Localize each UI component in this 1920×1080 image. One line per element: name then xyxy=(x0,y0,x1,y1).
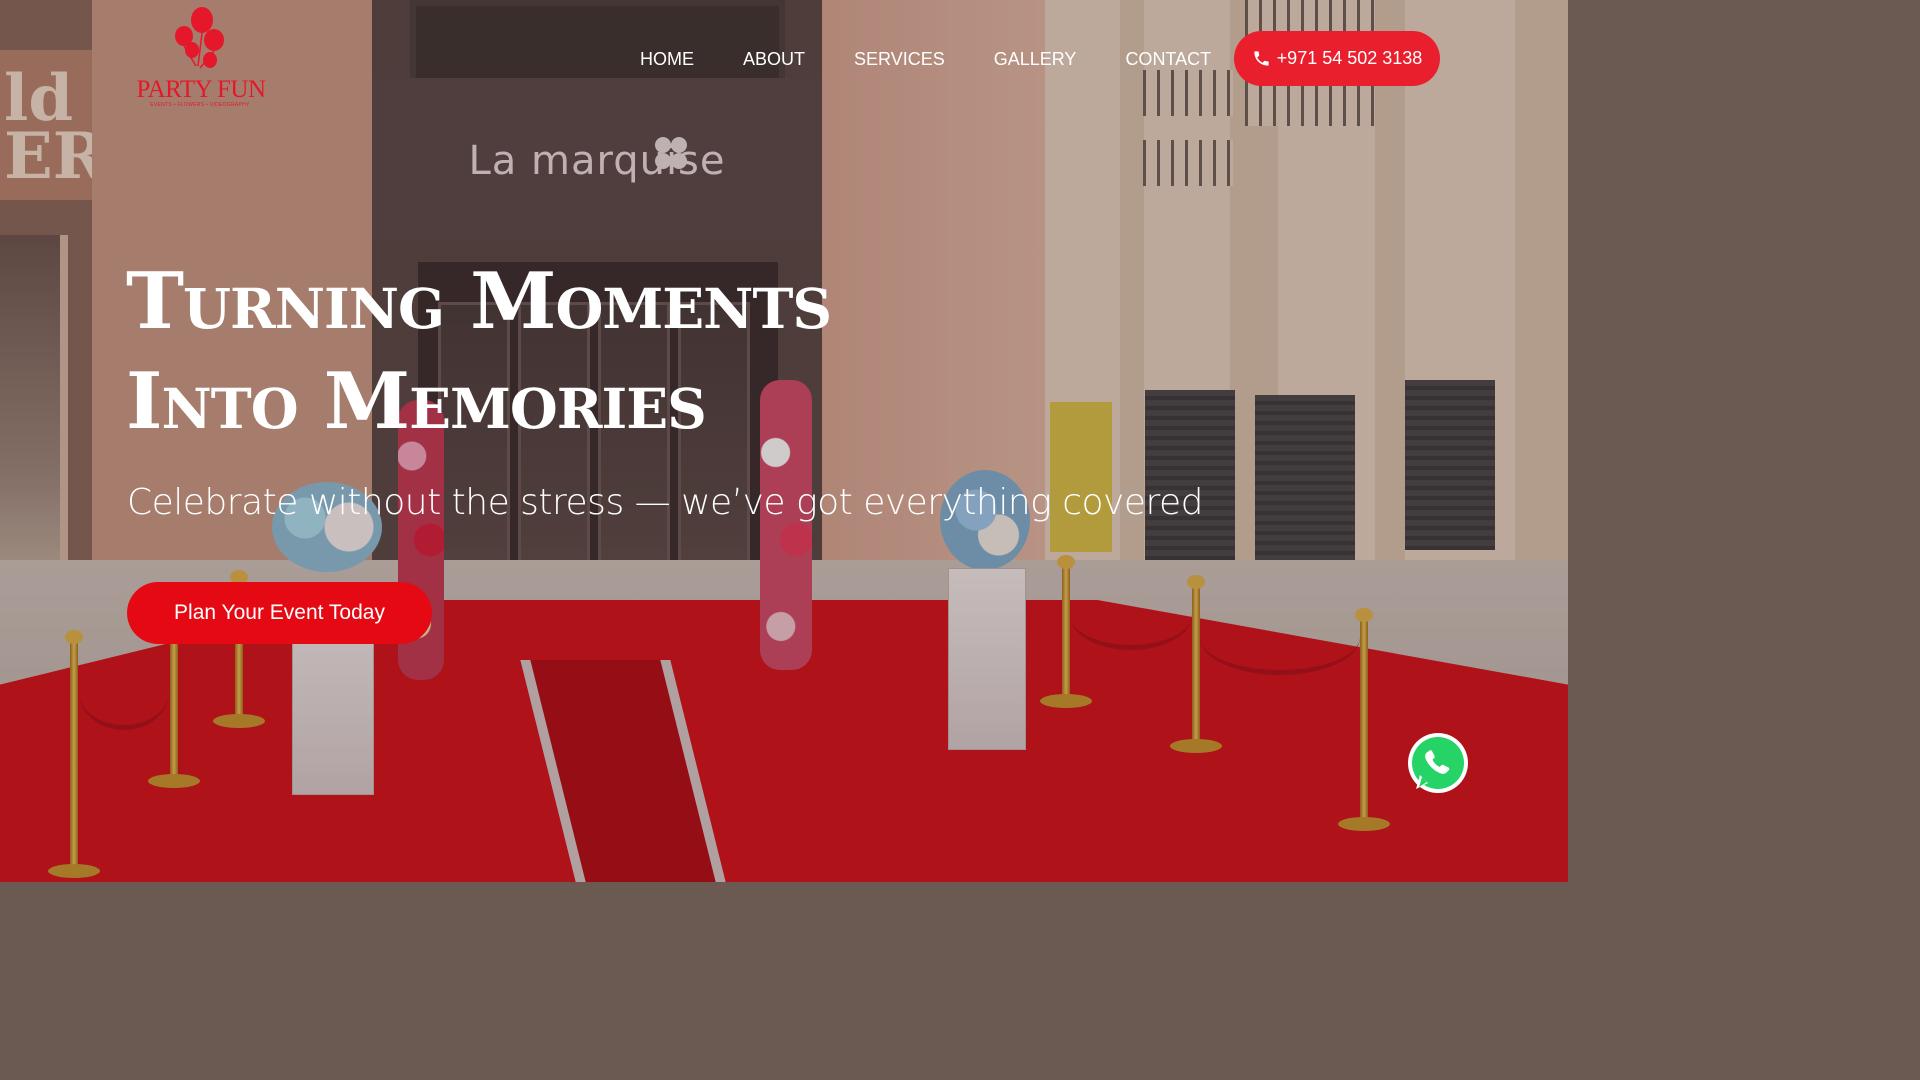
nav-gallery[interactable]: GALLERY xyxy=(994,46,1077,74)
nav-about[interactable]: ABOUT xyxy=(743,46,805,74)
balloons-logo-icon xyxy=(175,7,224,69)
hero-title: Turning Moments Into Memories xyxy=(126,252,986,452)
phone-icon xyxy=(1254,51,1269,66)
nav-services[interactable]: SERVICES xyxy=(854,46,945,74)
brand-name: PARTY FUN xyxy=(136,76,267,103)
hero-subtitle: Celebrate without the stress — we’ve got… xyxy=(127,482,1204,523)
brand-logo[interactable]: PARTY FUN EVENTS • FLOWERS • VIDEOGRAPHY xyxy=(124,6,276,110)
main-nav: HOME ABOUT SERVICES GALLERY CONTACT xyxy=(640,46,1260,74)
hero-title-line-1: Turning Moments xyxy=(126,256,832,347)
hero-title-line-2: Into Memories xyxy=(126,356,707,447)
phone-call-button[interactable]: +971 54 502 3138 xyxy=(1234,31,1440,86)
phone-number: +971 54 502 3138 xyxy=(1276,48,1423,68)
nav-contact[interactable]: CONTACT xyxy=(1125,46,1211,74)
brand-tagline: EVENTS • FLOWERS • VIDEOGRAPHY xyxy=(150,102,250,108)
whatsapp-icon[interactable] xyxy=(1406,731,1470,795)
nav-home[interactable]: HOME xyxy=(640,46,694,74)
plan-event-button[interactable]: Plan Your Event Today xyxy=(127,582,432,644)
